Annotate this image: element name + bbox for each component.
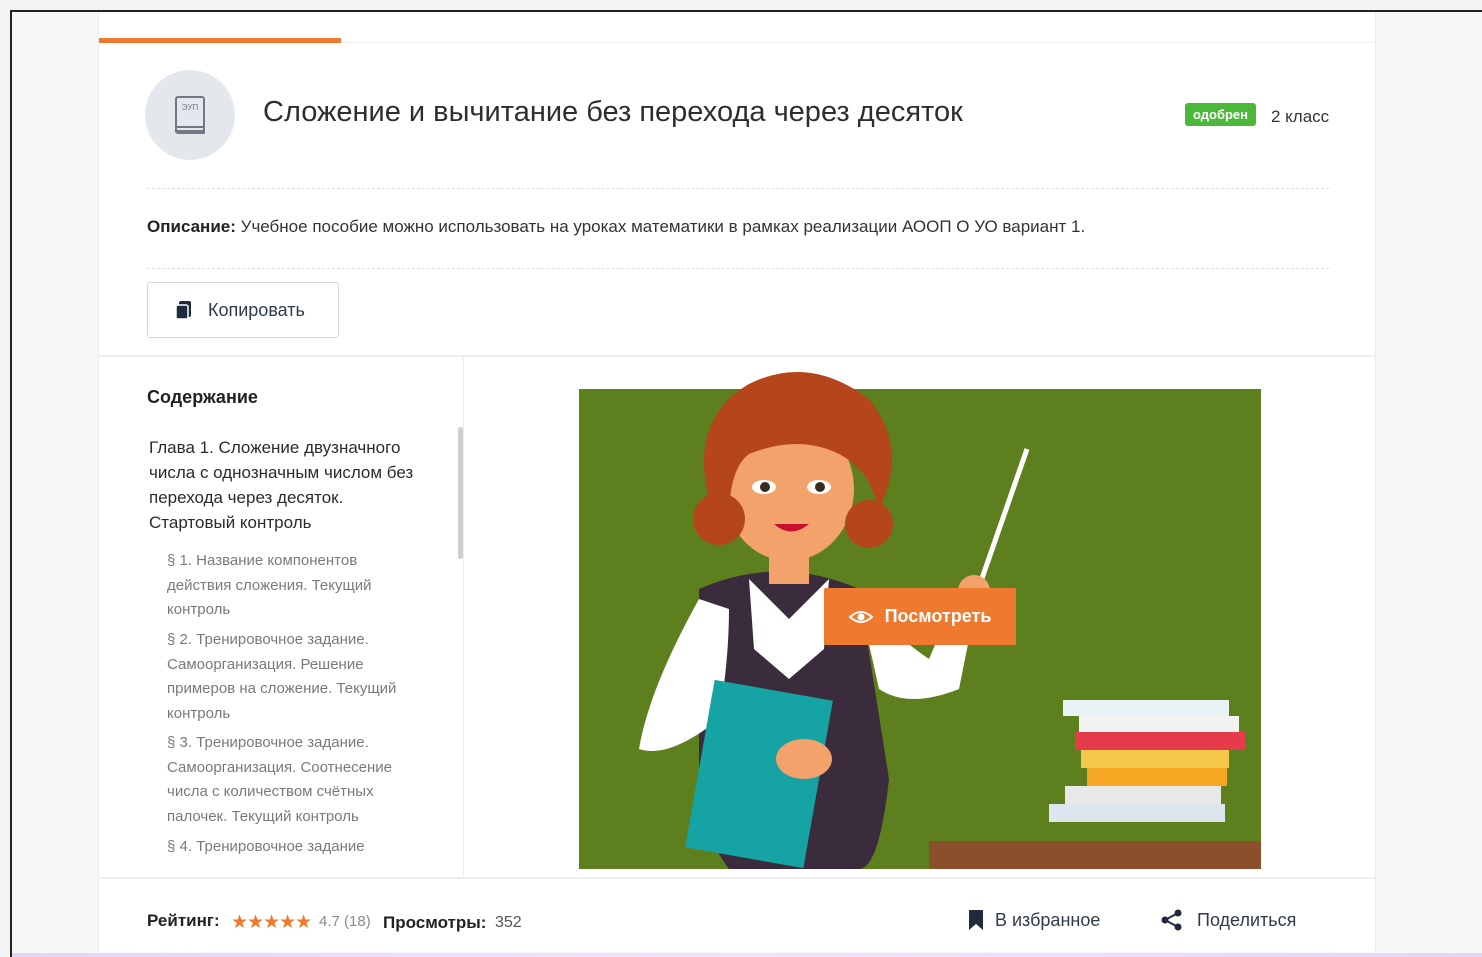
view-button-label: Посмотреть bbox=[884, 606, 992, 626]
description-label: Описание: bbox=[147, 217, 236, 236]
toc-item[interactable]: § 1. Название компонентов действия сложе… bbox=[167, 549, 419, 623]
toc-sidebar: Содержание Глава 1. Сложение двузначного… bbox=[99, 357, 464, 877]
copy-button[interactable]: Копировать bbox=[147, 282, 339, 338]
page-frame: ЭУП Сложение и вычитание без перехода че… bbox=[10, 10, 1482, 957]
eye-icon bbox=[848, 610, 873, 623]
toc-item[interactable]: § 3. Тренировочное задание. Самоорганиза… bbox=[167, 731, 419, 829]
share-label: Поделиться bbox=[1197, 909, 1297, 930]
divider bbox=[147, 268, 1329, 269]
toc-item[interactable]: § 2. Тренировочное задание. Самоорганиза… bbox=[167, 628, 419, 726]
favorite-button[interactable]: В избранное bbox=[967, 909, 1100, 931]
resource-card: ЭУП Сложение и вычитание без перехода че… bbox=[98, 12, 1376, 952]
toc-chapter[interactable]: Глава 1. Сложение двузначного числа с од… bbox=[149, 435, 429, 535]
share-button[interactable]: Поделиться bbox=[1161, 909, 1296, 931]
description: Описание: Учебное пособие можно использо… bbox=[147, 217, 1085, 237]
rating-label: Рейтинг: bbox=[147, 911, 220, 930]
rating-value: 4.7 (18) bbox=[319, 913, 371, 930]
footer-bar: Рейтинг: ★★★★★ 4.7 (18) Просмотры: 352 В… bbox=[99, 879, 1375, 952]
bookmark-icon bbox=[969, 910, 983, 930]
book-icon: ЭУП bbox=[145, 70, 235, 160]
description-text: Учебное пособие можно использовать на ур… bbox=[240, 217, 1086, 236]
view-button[interactable]: Посмотреть bbox=[824, 588, 1016, 645]
share-icon bbox=[1161, 909, 1182, 931]
page-title: Сложение и вычитание без перехода через … bbox=[263, 96, 963, 128]
grade-label: 2 класс bbox=[1271, 107, 1330, 126]
toc-scrollbar[interactable] bbox=[458, 427, 463, 559]
toc-item[interactable]: § 4. Тренировочное задание bbox=[167, 835, 419, 860]
views-label: Просмотры: bbox=[383, 913, 487, 932]
views-value: 352 bbox=[495, 914, 522, 931]
svg-text:ЭУП: ЭУП bbox=[182, 103, 199, 112]
status-badge: одобрен bbox=[1185, 103, 1257, 126]
copy-button-label: Копировать bbox=[208, 299, 305, 320]
toc-heading: Содержание bbox=[147, 387, 258, 407]
divider bbox=[147, 188, 1329, 189]
favorite-label: В избранное bbox=[995, 909, 1101, 930]
copy-icon bbox=[175, 301, 191, 320]
rating-stars[interactable]: ★★★★★ bbox=[231, 911, 312, 934]
bottom-strip bbox=[12, 953, 1482, 957]
tab-active-indicator[interactable] bbox=[99, 38, 341, 43]
